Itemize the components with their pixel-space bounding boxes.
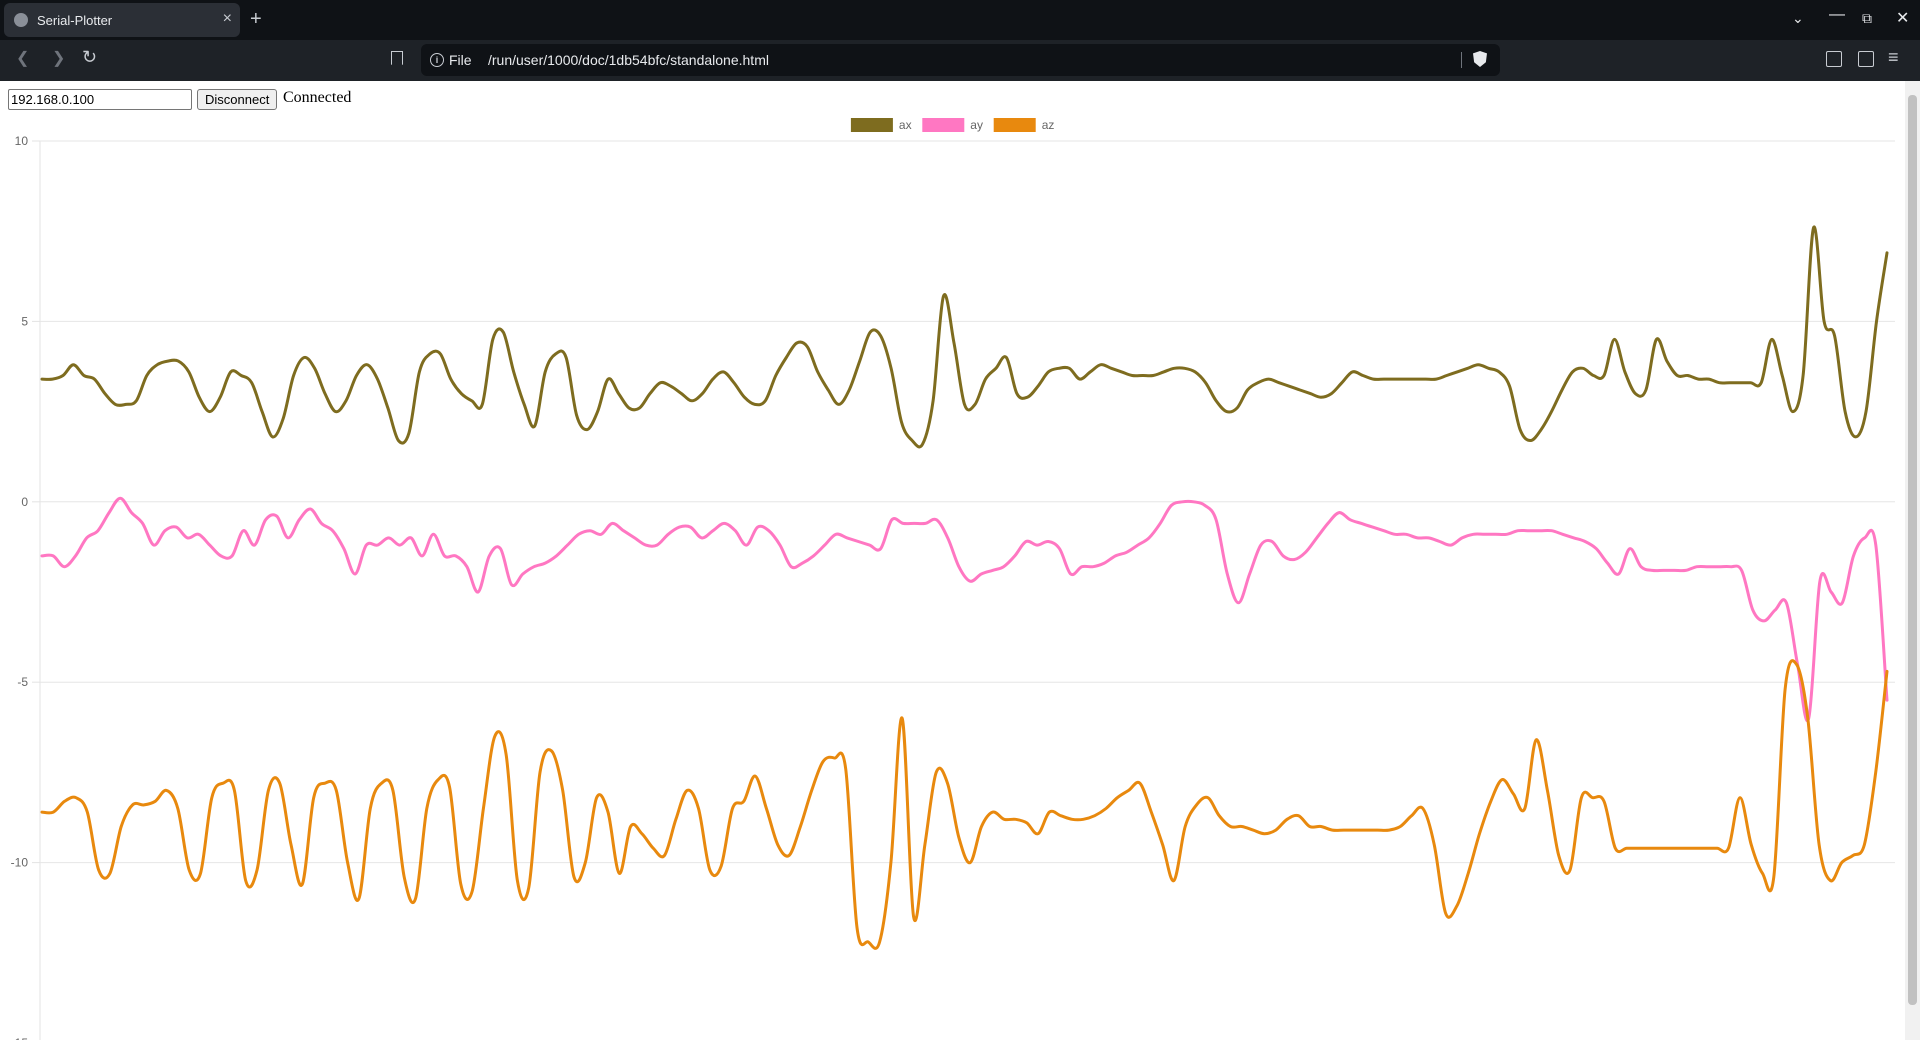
menu-icon[interactable]: ≡ bbox=[1888, 48, 1899, 66]
sidebar-icon[interactable] bbox=[1858, 51, 1874, 67]
extensions-icon[interactable] bbox=[1826, 51, 1842, 67]
series-line-ay bbox=[40, 496, 1889, 723]
address-bar[interactable]: i File /run/user/1000/doc/1db54bfc/stand… bbox=[421, 44, 1500, 76]
y-tick-label: 10 bbox=[15, 134, 29, 148]
reload-icon[interactable]: ↻ bbox=[82, 48, 97, 66]
browser-nav-bar: ❮ ❯ ↻ i File /run/user/1000/doc/1db54bfc… bbox=[0, 40, 1920, 81]
legend-swatch-ay bbox=[922, 118, 965, 132]
bookmark-icon[interactable] bbox=[391, 51, 403, 65]
site-info-icon[interactable]: i bbox=[430, 53, 444, 67]
y-tick-label: -5 bbox=[17, 675, 28, 689]
tab-list-chevron-down-icon[interactable]: ⌄ bbox=[1792, 10, 1804, 27]
new-tab-icon[interactable]: + bbox=[250, 8, 262, 30]
address-bar-divider bbox=[1461, 52, 1462, 68]
legend-swatch-ax bbox=[850, 118, 893, 132]
tab-title: Serial-Plotter bbox=[37, 13, 113, 28]
series-line-ax bbox=[40, 225, 1889, 449]
tab-close-icon[interactable]: × bbox=[223, 10, 232, 28]
globe-icon bbox=[14, 13, 28, 27]
restore-icon[interactable]: ⧉ bbox=[1862, 10, 1872, 27]
page-content: Disconnect Connected 1050-5-10-15axayaz bbox=[0, 81, 1920, 1040]
y-tick-label: -10 bbox=[11, 856, 29, 870]
series-line-az bbox=[40, 659, 1889, 950]
url-path[interactable]: /run/user/1000/doc/1db54bfc/standalone.h… bbox=[488, 52, 769, 68]
y-tick-label: 5 bbox=[21, 314, 28, 328]
browser-tab[interactable]: Serial-Plotter × bbox=[4, 3, 240, 37]
page-scrollbar[interactable] bbox=[1905, 81, 1920, 1040]
scrollbar-thumb[interactable] bbox=[1908, 95, 1917, 1005]
minimize-icon[interactable]: — bbox=[1829, 6, 1845, 24]
back-icon[interactable]: ❮ bbox=[16, 50, 29, 68]
forward-icon[interactable]: ❯ bbox=[52, 50, 65, 68]
browser-tab-bar: Serial-Plotter × + ⌄ — ⧉ ✕ bbox=[0, 0, 1920, 40]
url-scheme: File bbox=[449, 52, 472, 68]
legend-label-az: az bbox=[1042, 118, 1055, 132]
y-tick-label: -15 bbox=[11, 1036, 29, 1040]
legend-label-ax: ax bbox=[899, 118, 912, 132]
brave-shield-icon[interactable] bbox=[1473, 51, 1487, 67]
legend-swatch-az bbox=[993, 118, 1036, 132]
y-tick-label: 0 bbox=[21, 495, 28, 509]
line-chart: 10 5 0 -5 -10 -15 ax ay az bbox=[11, 118, 1895, 1040]
window-close-icon[interactable]: ✕ bbox=[1896, 8, 1909, 28]
legend-label-ay: ay bbox=[970, 118, 983, 132]
